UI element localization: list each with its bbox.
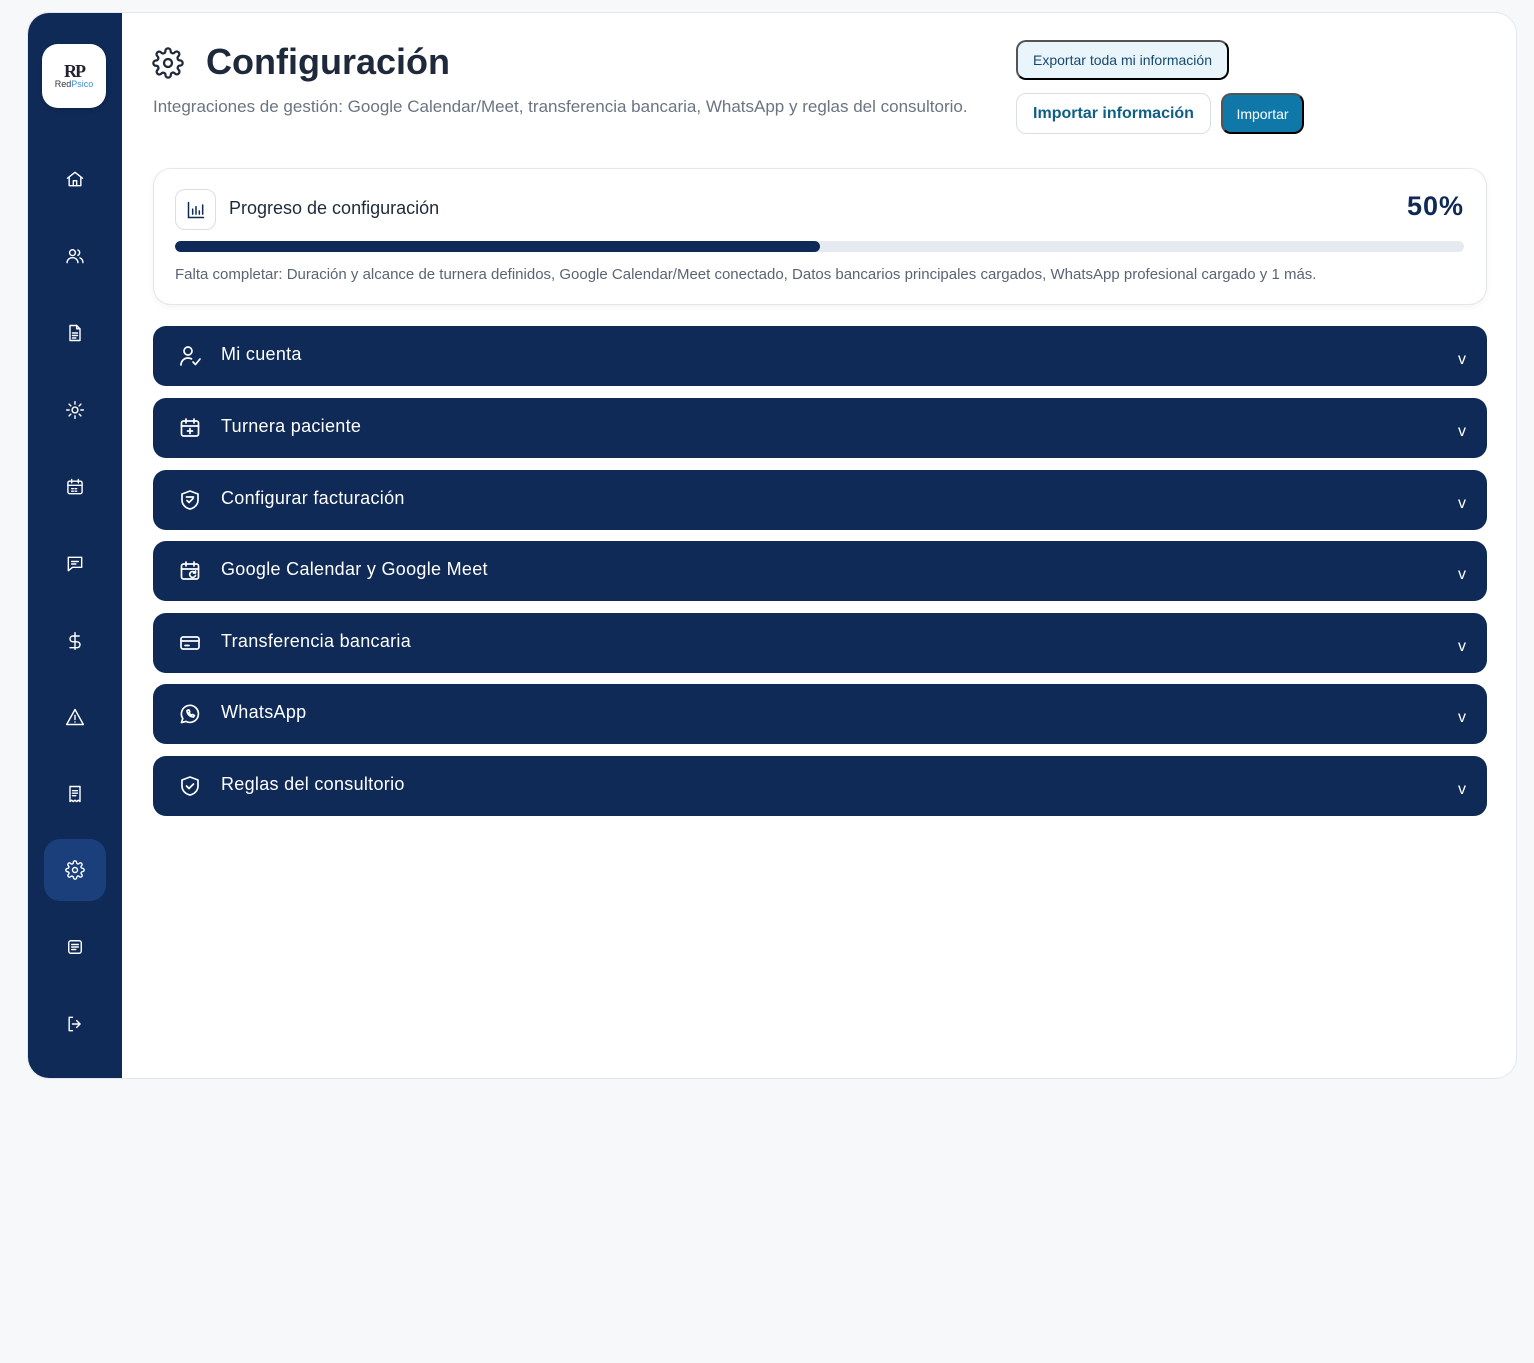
chevron-down-icon: v bbox=[1458, 638, 1466, 655]
export-all-button[interactable]: Exportar toda mi información bbox=[1016, 40, 1229, 80]
users-icon bbox=[66, 249, 84, 264]
bar-chart-icon bbox=[175, 189, 216, 230]
section-reglas-consultorio[interactable]: Reglas del consultorio v bbox=[153, 756, 1487, 816]
sidebar-item-calendar[interactable] bbox=[44, 456, 106, 518]
sidebar-item-receipts[interactable] bbox=[44, 763, 106, 825]
progress-percent: 50% bbox=[1406, 191, 1464, 221]
list-icon bbox=[68, 940, 82, 954]
sun-icon bbox=[65, 400, 85, 420]
chevron-down-icon: v bbox=[1458, 495, 1466, 512]
sidebar-item-notes[interactable] bbox=[44, 916, 106, 978]
sidebar-item-messages[interactable] bbox=[44, 533, 106, 595]
chevron-down-icon: v bbox=[1458, 351, 1466, 368]
receipt-icon bbox=[69, 785, 81, 803]
sidebar-item-patients[interactable] bbox=[44, 225, 106, 287]
section-google-calendar-meet[interactable]: Google Calendar y Google Meet v bbox=[153, 541, 1487, 601]
credit-card-icon bbox=[178, 631, 202, 655]
whatsapp-icon bbox=[178, 702, 202, 726]
section-label: Turnera paciente bbox=[221, 416, 362, 436]
logo-mark: RP bbox=[64, 61, 86, 81]
sidebar-item-payments[interactable] bbox=[44, 610, 106, 672]
user-check-icon bbox=[178, 344, 202, 368]
document-icon bbox=[69, 324, 81, 342]
calendar-plus-icon bbox=[178, 416, 202, 440]
app-window: RP RedPsico Configuración Integraciones … bbox=[27, 12, 1517, 1079]
section-mi-cuenta[interactable]: Mi cuenta v bbox=[153, 326, 1487, 386]
progress-bar bbox=[175, 241, 1464, 252]
header-gear-icon bbox=[152, 47, 184, 79]
section-label: Configurar facturación bbox=[221, 488, 405, 508]
progress-card: Progreso de configuración 50% Falta comp… bbox=[153, 168, 1487, 305]
section-label: Mi cuenta bbox=[221, 344, 302, 364]
section-turnera-paciente[interactable]: Turnera paciente v bbox=[153, 398, 1487, 458]
section-label: Google Calendar y Google Meet bbox=[221, 559, 488, 579]
message-icon bbox=[67, 556, 83, 572]
logout-icon bbox=[68, 1016, 81, 1032]
progress-note: Falta completar: Duración y alcance de t… bbox=[175, 266, 1317, 283]
sidebar-item-documents[interactable] bbox=[44, 302, 106, 364]
logo[interactable]: RP RedPsico bbox=[42, 44, 106, 108]
shield-check-icon bbox=[178, 774, 202, 798]
calendar-icon bbox=[67, 478, 83, 495]
sidebar-item-alerts[interactable] bbox=[44, 686, 106, 748]
section-transferencia-bancaria[interactable]: Transferencia bancaria v bbox=[153, 613, 1487, 673]
chevron-down-icon: v bbox=[1458, 423, 1466, 440]
sidebar: RP RedPsico bbox=[28, 13, 122, 1078]
chevron-down-icon: v bbox=[1458, 781, 1466, 798]
sidebar-item-settings[interactable] bbox=[44, 839, 106, 901]
alert-triangle-icon bbox=[65, 708, 85, 726]
section-whatsapp[interactable]: WhatsApp v bbox=[153, 684, 1487, 744]
gear-icon bbox=[65, 860, 85, 880]
section-label: WhatsApp bbox=[221, 702, 307, 722]
sidebar-item-logout[interactable] bbox=[44, 993, 106, 1055]
page-subtitle: Integraciones de gestión: Google Calenda… bbox=[153, 97, 968, 116]
calendar-sync-icon bbox=[178, 559, 202, 583]
sidebar-item-sessions[interactable] bbox=[44, 379, 106, 441]
home-icon bbox=[66, 171, 84, 187]
section-configurar-facturacion[interactable]: Configurar facturación v bbox=[153, 470, 1487, 530]
chevron-down-icon: v bbox=[1458, 709, 1466, 726]
dollar-icon bbox=[69, 631, 81, 651]
page-title: Configuración bbox=[206, 41, 450, 82]
sidebar-item-home[interactable] bbox=[44, 148, 106, 210]
section-label: Reglas del consultorio bbox=[221, 774, 405, 794]
shield-receipt-icon bbox=[178, 488, 202, 512]
import-info-button[interactable]: Importar información bbox=[1016, 93, 1211, 134]
import-button[interactable]: Importar bbox=[1221, 93, 1304, 134]
chevron-down-icon: v bbox=[1458, 566, 1466, 583]
logo-text: RedPsico bbox=[54, 79, 94, 89]
progress-bar-fill bbox=[175, 241, 820, 252]
section-label: Transferencia bancaria bbox=[221, 631, 412, 651]
progress-title: Progreso de configuración bbox=[229, 198, 440, 218]
